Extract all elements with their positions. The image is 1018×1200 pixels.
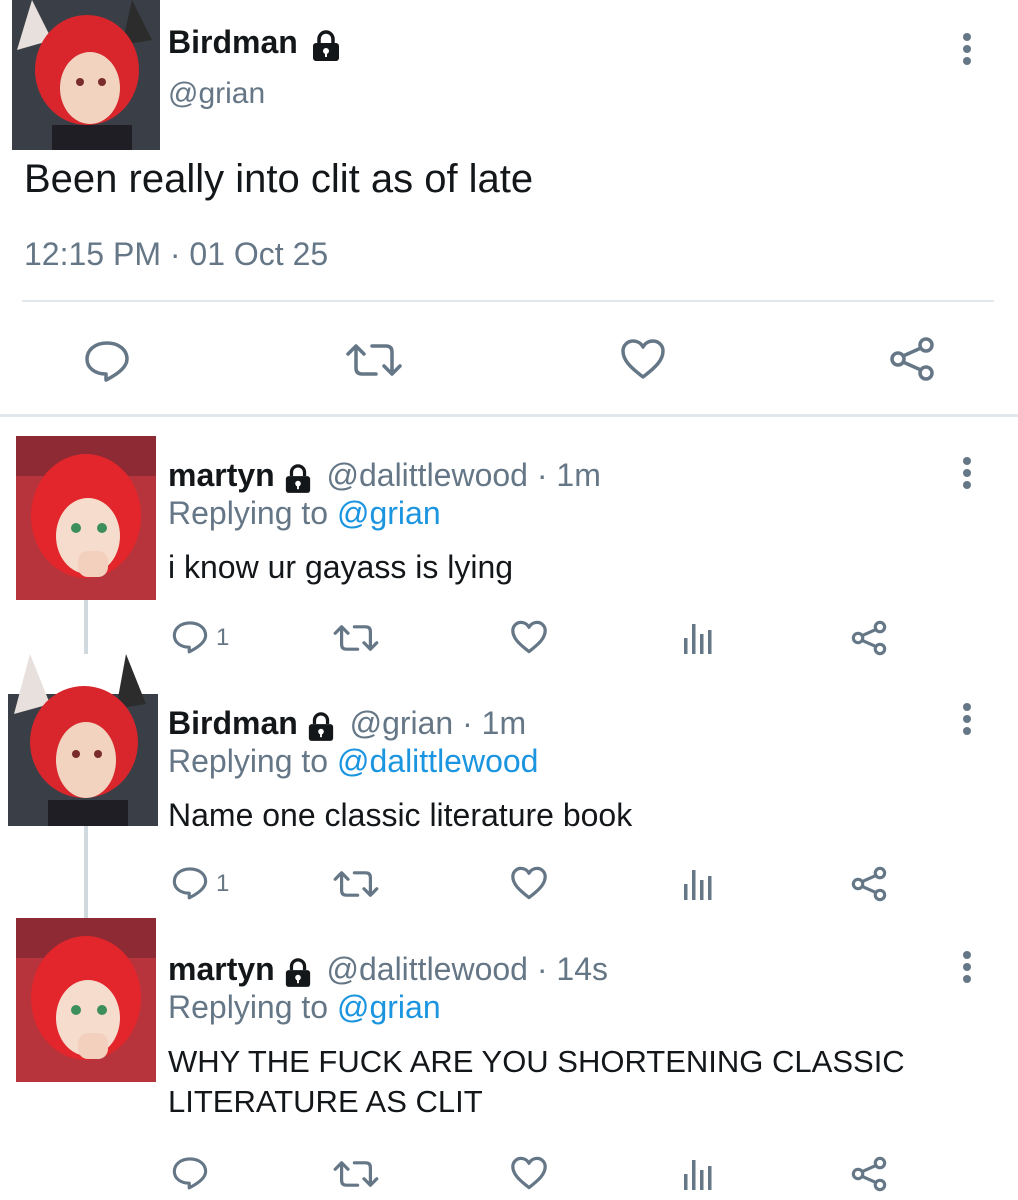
analytics-icon[interactable]	[682, 866, 714, 902]
lock-icon	[311, 29, 341, 61]
share-icon[interactable]	[850, 1156, 888, 1192]
divider	[22, 300, 994, 302]
share-icon[interactable]	[850, 620, 888, 656]
retweet-icon[interactable]	[332, 868, 380, 900]
thread-line	[84, 826, 88, 918]
reply-time[interactable]: · 14s	[537, 951, 608, 987]
reply-display-name[interactable]: Birdman	[168, 705, 298, 741]
reply-icon[interactable]	[84, 340, 130, 382]
replying-to-link[interactable]: @dalittlewood	[337, 743, 538, 779]
more-icon[interactable]	[958, 702, 976, 738]
more-icon[interactable]	[958, 456, 976, 492]
analytics-icon[interactable]	[682, 1156, 714, 1192]
avatar-martyn[interactable]	[16, 918, 156, 1082]
reply-handle[interactable]: @dalittlewood	[326, 457, 527, 493]
more-icon[interactable]	[958, 950, 976, 986]
like-icon[interactable]	[510, 620, 548, 654]
reply-display-name[interactable]: martyn	[168, 951, 275, 987]
reply-text-line-1: WHY THE FUCK ARE YOU SHORTENING CLASSIC	[168, 1044, 905, 1079]
reply-handle[interactable]: @dalittlewood	[326, 951, 527, 987]
replying-to-label: Replying to	[168, 989, 329, 1025]
main-handle[interactable]: @grian	[168, 76, 265, 112]
reply-icon[interactable]	[172, 620, 208, 654]
reply-count: 1	[216, 870, 230, 897]
main-timestamp[interactable]: 12:15 PM · 01 Oct 25	[24, 234, 328, 274]
reply-count: 1	[216, 624, 230, 651]
reply-text-line-2: LITERATURE AS CLIT	[168, 1084, 483, 1119]
share-icon[interactable]	[850, 866, 888, 902]
replying-to-label: Replying to	[168, 495, 329, 531]
lock-icon	[307, 711, 335, 741]
reply-icon[interactable]	[172, 866, 208, 900]
reply-text: i know ur gayass is lying	[168, 549, 514, 585]
replying-to-link[interactable]: @grian	[337, 495, 441, 531]
retweet-icon[interactable]	[332, 622, 380, 654]
analytics-icon[interactable]	[682, 620, 714, 656]
reply-time[interactable]: · 1m	[462, 705, 526, 741]
like-icon[interactable]	[510, 1156, 548, 1190]
main-tweet-text: Been really into clit as of late	[24, 157, 534, 201]
reply-text: Name one classic literature book	[168, 797, 633, 833]
retweet-icon[interactable]	[344, 340, 404, 380]
more-icon[interactable]	[958, 32, 976, 68]
reply-icon[interactable]	[172, 1156, 208, 1190]
avatar-martyn[interactable]	[16, 436, 156, 600]
like-icon[interactable]	[510, 866, 548, 900]
reply-handle[interactable]: @grian	[350, 705, 454, 741]
retweet-icon[interactable]	[332, 1158, 380, 1190]
divider	[0, 414, 1018, 417]
avatar-birdman[interactable]	[12, 0, 160, 150]
lock-icon	[284, 957, 312, 987]
reply-time[interactable]: · 1m	[537, 457, 601, 493]
main-display-name[interactable]: Birdman	[168, 24, 298, 60]
like-icon[interactable]	[620, 338, 666, 380]
replying-to-link[interactable]: @grian	[337, 989, 441, 1025]
avatar-birdman[interactable]	[8, 654, 158, 826]
lock-icon	[284, 463, 312, 493]
reply-display-name[interactable]: martyn	[168, 457, 275, 493]
share-icon[interactable]	[888, 336, 936, 382]
replying-to-label: Replying to	[168, 743, 329, 779]
